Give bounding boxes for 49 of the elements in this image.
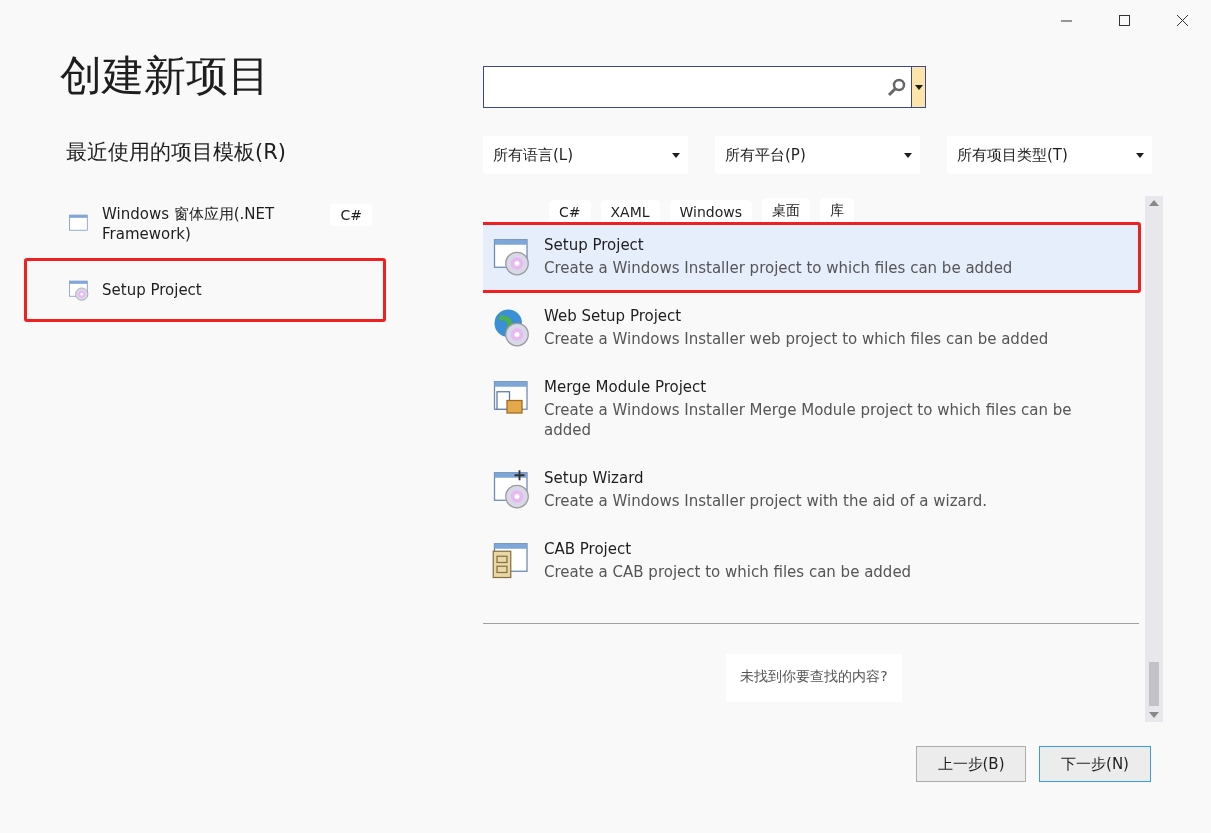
close-icon — [1176, 14, 1188, 26]
template-tag: C# — [549, 200, 591, 222]
search-field[interactable] — [483, 66, 926, 108]
template-item[interactable]: Setup Wizard Create a Windows Installer project with the aid of a wizard. — [483, 458, 1138, 523]
template-tag: XAML — [600, 200, 660, 222]
caret-icon — [672, 152, 680, 158]
template-name: Web Setup Project — [544, 307, 683, 325]
template-item[interactable]: Setup Project Create a Windows Installer project to which files can be added — [483, 225, 1138, 290]
caret-icon — [1136, 152, 1144, 158]
template-name: Setup Wizard — [544, 469, 645, 487]
template-description: Create a Windows Installer project with the aid of a wizard. — [544, 491, 987, 511]
template-description: Create a Windows Installer project to which files can be added — [544, 258, 1013, 278]
template-name: Merge Module Project — [544, 378, 708, 396]
template-name: Setup Project — [102, 280, 203, 300]
scroll-thumb — [1149, 662, 1159, 706]
template-description: Create a Windows Installer Merge Module project to which files can be added — [544, 400, 1073, 440]
scroll-down-icon[interactable] — [1149, 712, 1159, 718]
recent-template-item[interactable]: Setup Project — [24, 258, 386, 322]
template-name: CAB Project — [544, 540, 633, 558]
scroll-up-icon[interactable] — [1149, 200, 1159, 206]
template-tag: Windows — [669, 200, 753, 222]
cd-window-icon — [492, 236, 532, 276]
not-found-text: 未找到你要查找的内容? — [726, 654, 902, 702]
template-name: Windows 窗体应用(.NET Framework) — [102, 204, 276, 244]
template-item[interactable]: CAB Project Create a CAB project to which files can be added — [483, 529, 1138, 594]
search-icon — [887, 77, 907, 97]
caret-icon — [904, 152, 912, 158]
cd-sparkle-icon — [492, 469, 532, 509]
template-item[interactable]: Web Setup Project Create a Windows Installer web project to which files can be added — [483, 296, 1138, 361]
caret-icon — [914, 84, 923, 90]
page-title: 创建新项目 — [60, 50, 271, 102]
template-tag: 桌面 — [762, 198, 811, 222]
template-name: Setup Project — [544, 236, 645, 254]
globe-cd-icon — [492, 307, 532, 347]
template-description: Create a Windows Installer web project to which files can be added — [544, 329, 1049, 349]
next-button[interactable]: 下一步(N) — [1039, 746, 1151, 782]
filter-dropdown[interactable]: 所有项目类型(T) — [947, 136, 1152, 174]
maximize-icon — [1118, 14, 1130, 26]
template-item[interactable]: Merge Module Project Create a Windows Installer Merge Module project to which files can be added — [483, 367, 1138, 452]
language-tag: C# — [330, 204, 372, 226]
template-description: Create a CAB project to which files can be added — [544, 562, 912, 582]
filter-dropdown[interactable]: 所有语言(L) — [483, 136, 688, 174]
search-options-button[interactable] — [911, 67, 925, 107]
back-button[interactable]: 上一步(B) — [916, 746, 1026, 782]
filter-dropdown[interactable]: 所有平台(P) — [715, 136, 920, 174]
template-tag: 库 — [820, 198, 855, 222]
section-heading: 最近使用的项目模板(R) — [66, 139, 287, 166]
cd-window-icon — [68, 279, 90, 301]
recent-template-item[interactable]: Windows 窗体应用(.NET Framework) C# — [24, 194, 386, 254]
